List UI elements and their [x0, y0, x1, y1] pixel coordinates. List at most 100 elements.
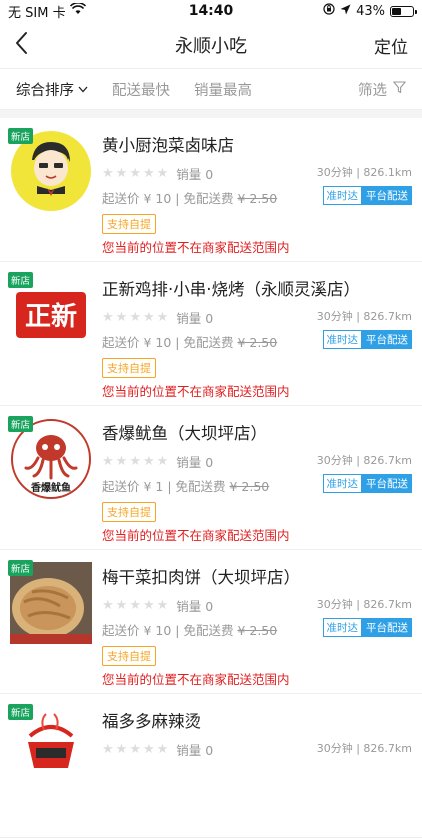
star-icon: ★	[129, 454, 141, 469]
delivery-eta: 30分钟 | 826.1km	[316, 166, 412, 179]
star-icon: ★	[102, 598, 114, 613]
chevron-left-icon[interactable]	[14, 31, 28, 59]
chevron-down-icon	[78, 81, 88, 97]
rating-stars: ★ ★ ★ ★ ★ 销量 0	[102, 164, 213, 183]
delivery-warning: 您当前的位置不在商家配送范围内	[102, 528, 290, 543]
star-icon: ★	[142, 310, 155, 325]
star-icon: ★	[115, 166, 128, 181]
shop-name: 福多多麻辣烫	[102, 712, 201, 731]
shop-name: 香爆鱿鱼（大坝坪店）	[102, 424, 267, 443]
old-delivery-fee: ¥ 2.50	[237, 191, 278, 206]
ontime-tag: 准时达	[322, 618, 362, 637]
filter-bar: 综合排序 配送最快 销量最高 筛选	[0, 69, 422, 110]
sort-sales-tab[interactable]: 销量最高	[194, 79, 252, 100]
platform-delivery-tag: 平台配送	[362, 330, 412, 349]
carrier-label: 无 SIM 卡	[8, 5, 66, 21]
delivery-warning: 您当前的位置不在商家配送范围内	[102, 672, 290, 687]
pickup-badge: 支持自提	[102, 502, 156, 522]
sort-fastest-label: 配送最快	[112, 82, 170, 99]
star-icon: ★	[115, 598, 128, 613]
star-icon: ★	[102, 310, 114, 325]
sort-composite-label: 综合排序	[16, 82, 74, 99]
star-icon: ★	[142, 166, 155, 181]
sales-count: 销量 0	[176, 167, 214, 182]
min-order: 起送价 ¥ 1 | 免配送费	[102, 479, 230, 494]
star-icon: ★	[129, 310, 141, 325]
min-order: 起送价 ¥ 10 | 免配送费	[102, 191, 238, 206]
delivery-eta: 30分钟 | 826.7km	[316, 454, 412, 467]
page-title: 永顺小吃	[175, 36, 247, 57]
min-order: 起送价 ¥ 10 | 免配送费	[102, 623, 238, 638]
sort-composite-tab[interactable]: 综合排序	[16, 79, 88, 100]
pickup-badge: 支持自提	[102, 214, 156, 234]
star-icon: ★	[115, 454, 128, 469]
logo-text: 正新	[25, 301, 77, 332]
shop-card[interactable]: 新店 香爆鱿鱼 香爆鱿鱼（大坝坪店） ★ ★ ★ ★ ★ 销量 0 30分钟 | 826…	[0, 406, 422, 550]
old-delivery-fee: ¥ 2.50	[237, 335, 278, 350]
platform-delivery-tag: 平台配送	[362, 618, 412, 637]
star-icon: ★	[156, 598, 169, 613]
new-store-badge: 新店	[8, 272, 34, 288]
sort-fastest-tab[interactable]: 配送最快	[112, 79, 170, 100]
section-divider	[0, 110, 422, 118]
delivery-eta: 30分钟 | 826.7km	[316, 598, 412, 611]
delivery-warning: 您当前的位置不在商家配送范围内	[102, 240, 290, 255]
rating-stars: ★ ★ ★ ★ ★ 销量 0	[102, 596, 213, 615]
price-info: 起送价 ¥ 10 | 免配送费 ¥ 2.50	[102, 332, 277, 351]
star-icon: ★	[129, 166, 141, 181]
old-delivery-fee: ¥ 2.50	[237, 623, 278, 638]
shop-list: 新店 黄小厨泡菜卤味店 ★ ★ ★ ★ ★ 销量 0 30分钟 | 826.1km 起送…	[0, 118, 422, 838]
star-icon: ★	[142, 598, 155, 613]
shop-card[interactable]: 新店 梅干菜扣肉饼（大坝坪店） ★ ★ ★ ★ ★ 销量 0 30分钟 | 826.7k…	[0, 550, 422, 694]
location-arrow-icon	[340, 4, 351, 19]
star-icon: ★	[129, 598, 141, 613]
new-store-badge: 新店	[8, 704, 34, 720]
delivery-tags: 准时达 平台配送	[322, 186, 412, 205]
star-icon: ★	[156, 166, 169, 181]
shop-name: 梅干菜扣肉饼（大坝坪店）	[102, 568, 300, 587]
old-delivery-fee: ¥ 2.50	[229, 479, 270, 494]
shop-card[interactable]: 新店 黄小厨泡菜卤味店 ★ ★ ★ ★ ★ 销量 0 30分钟 | 826.1km 起送…	[0, 118, 422, 262]
battery-icon	[390, 5, 417, 17]
min-order: 起送价 ¥ 10 | 免配送费	[102, 335, 238, 350]
status-right: 43%	[323, 3, 417, 19]
sort-sales-label: 销量最高	[194, 82, 252, 99]
platform-delivery-tag: 平台配送	[362, 474, 412, 493]
nav-bar: 永顺小吃 定位	[0, 22, 422, 69]
delivery-eta: 30分钟 | 826.7km	[316, 742, 412, 755]
delivery-eta: 30分钟 | 826.7km	[316, 310, 412, 323]
star-icon: ★	[102, 166, 114, 181]
ontime-tag: 准时达	[322, 186, 362, 205]
status-bar: 无 SIM 卡 14:40 43%	[0, 0, 422, 22]
delivery-tags: 准时达 平台配送	[322, 618, 412, 637]
new-store-badge: 新店	[8, 416, 34, 432]
shop-name: 黄小厨泡菜卤味店	[102, 136, 234, 155]
pickup-badge: 支持自提	[102, 646, 156, 666]
status-left: 无 SIM 卡	[8, 2, 86, 21]
star-icon: ★	[115, 310, 128, 325]
delivery-tags: 准时达 平台配送	[322, 330, 412, 349]
price-info: 起送价 ¥ 10 | 免配送费 ¥ 2.50	[102, 188, 277, 207]
shop-card[interactable]: 新店 福多多麻辣烫 ★ ★ ★ ★ ★ 销量 0 30分钟 | 826.7km	[0, 694, 422, 838]
logo-text: 香爆鱿鱼	[31, 481, 71, 494]
delivery-tags: 准时达 平台配送	[322, 474, 412, 493]
ontime-tag: 准时达	[322, 474, 362, 493]
funnel-icon	[393, 80, 406, 98]
wifi-icon	[69, 2, 86, 19]
price-info: 起送价 ¥ 1 | 免配送费 ¥ 2.50	[102, 476, 269, 495]
price-info: 起送价 ¥ 10 | 免配送费 ¥ 2.50	[102, 620, 277, 639]
platform-delivery-tag: 平台配送	[362, 186, 412, 205]
filter-button[interactable]: 筛选	[358, 79, 406, 100]
star-icon: ★	[156, 454, 169, 469]
rating-stars: ★ ★ ★ ★ ★ 销量 0	[102, 308, 213, 327]
new-store-badge: 新店	[8, 560, 34, 576]
star-icon: ★	[156, 310, 169, 325]
new-store-badge: 新店	[8, 128, 34, 144]
ontime-tag: 准时达	[322, 330, 362, 349]
orientation-lock-icon	[323, 3, 335, 19]
location-button[interactable]: 定位	[374, 33, 408, 58]
shop-card[interactable]: 新店 正新 正新鸡排·小串·烧烤（永顺灵溪店） ★ ★ ★ ★ ★ 销量 0 30分钟 …	[0, 262, 422, 406]
filter-label: 筛选	[358, 82, 387, 99]
star-icon: ★	[102, 454, 114, 469]
rating-stars: ★ ★ ★ ★ ★ 销量 0	[102, 452, 213, 471]
